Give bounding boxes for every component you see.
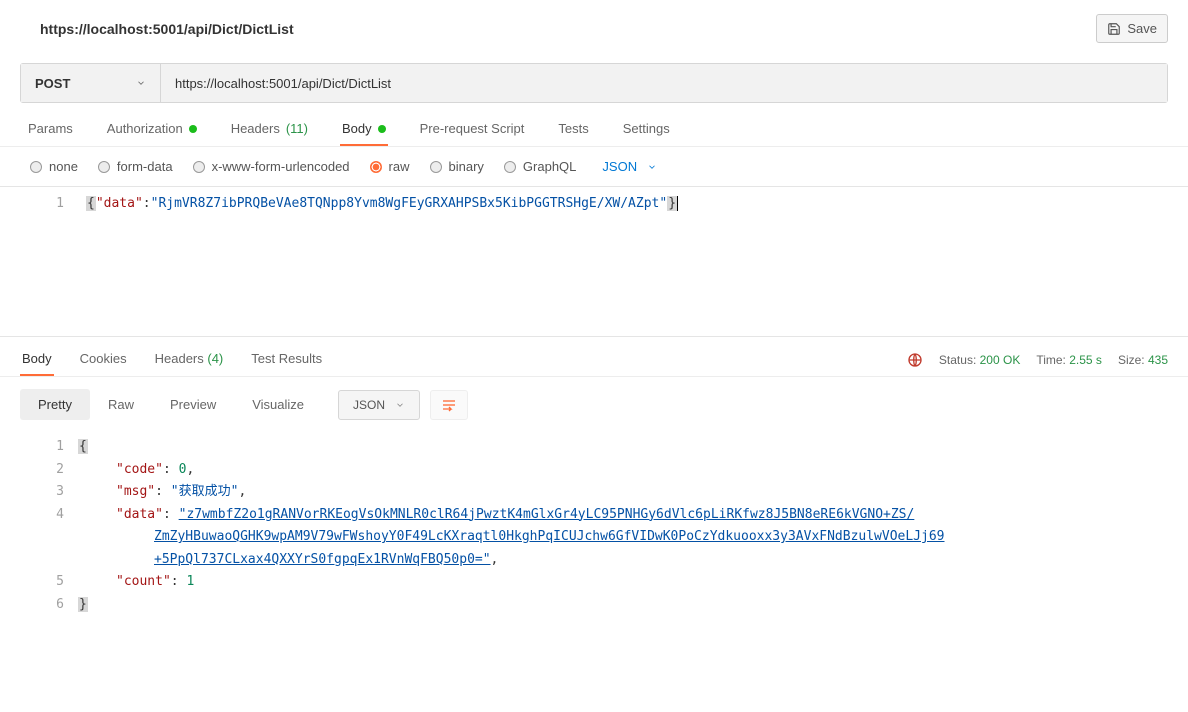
chevron-down-icon [136, 78, 146, 88]
radio-icon [430, 161, 442, 173]
page-title: https://localhost:5001/api/Dict/DictList [40, 21, 294, 37]
radio-none[interactable]: none [30, 159, 78, 174]
radio-icon [370, 161, 382, 173]
save-button[interactable]: Save [1096, 14, 1168, 43]
resp-tab-cookies[interactable]: Cookies [78, 337, 129, 376]
resp-tab-testresults[interactable]: Test Results [249, 337, 324, 376]
resp-tab-headers-count: (4) [207, 351, 223, 366]
tab-headers-count: (11) [286, 121, 308, 136]
radio-none-label: none [49, 159, 78, 174]
body-type-row: none form-data x-www-form-urlencoded raw… [0, 147, 1188, 186]
tab-settings[interactable]: Settings [621, 121, 672, 146]
chevron-down-icon [395, 400, 405, 410]
globe-icon[interactable] [907, 352, 923, 368]
radio-icon [193, 161, 205, 173]
request-row: POST https://localhost:5001/api/Dict/Dic… [20, 63, 1168, 103]
line-number: 6 [0, 594, 64, 617]
size-block[interactable]: Size: 435 [1118, 353, 1168, 367]
url-value: https://localhost:5001/api/Dict/DictList [175, 76, 391, 91]
url-input[interactable]: https://localhost:5001/api/Dict/DictList [161, 64, 1167, 102]
view-visualize[interactable]: Visualize [234, 389, 322, 420]
save-label: Save [1127, 21, 1157, 36]
body-lang-select[interactable]: JSON [602, 159, 657, 174]
radio-formdata-label: form-data [117, 159, 173, 174]
response-format-label: JSON [353, 398, 385, 412]
editor-gutter: 1 [0, 187, 78, 336]
line-number: 3 [0, 481, 64, 504]
chevron-down-icon [647, 162, 657, 172]
line-number: 1 [0, 436, 64, 459]
time-block[interactable]: Time: 2.55 s [1036, 353, 1102, 367]
line-number: 1 [0, 193, 64, 215]
radio-xwww-label: x-www-form-urlencoded [212, 159, 350, 174]
tab-headers[interactable]: Headers (11) [229, 121, 310, 146]
line-number: 4 [0, 504, 64, 527]
dot-icon [189, 125, 197, 133]
resp-tab-headers-label: Headers [155, 351, 204, 366]
response-code[interactable]: { "code": 0, "msg": "获取成功", "data": "z7w… [78, 436, 1188, 616]
response-header: Body Cookies Headers (4) Test Results St… [0, 336, 1188, 376]
radio-binary-label: binary [449, 159, 484, 174]
wrap-lines-button[interactable] [430, 390, 468, 420]
tab-authorization-label: Authorization [107, 121, 183, 136]
radio-icon [98, 161, 110, 173]
tab-headers-label: Headers [231, 121, 280, 136]
method-label: POST [35, 76, 70, 91]
line-number: 5 [0, 571, 64, 594]
dot-icon [378, 125, 386, 133]
body-lang-label: JSON [602, 159, 637, 174]
save-icon [1107, 22, 1121, 36]
radio-graphql[interactable]: GraphQL [504, 159, 576, 174]
response-view-bar: Pretty Raw Preview Visualize JSON [0, 377, 1188, 432]
resp-tab-body[interactable]: Body [20, 337, 54, 376]
response-format-select[interactable]: JSON [338, 390, 420, 420]
radio-xwww[interactable]: x-www-form-urlencoded [193, 159, 350, 174]
method-select[interactable]: POST [21, 64, 161, 102]
radio-icon [30, 161, 42, 173]
tab-body[interactable]: Body [340, 121, 388, 146]
request-tabs: Params Authorization Headers (11) Body P… [0, 103, 1188, 147]
request-body-editor[interactable]: 1 {"data":"RjmVR8Z7ibPRQBeVAe8TQNpp8Yvm8… [0, 186, 1188, 336]
radio-icon [504, 161, 516, 173]
tab-tests[interactable]: Tests [556, 121, 590, 146]
view-preview[interactable]: Preview [152, 389, 234, 420]
response-body-viewer[interactable]: 1 2 3 4 5 6 { "code": 0, "msg": "获取成功", … [0, 432, 1188, 616]
radio-raw-label: raw [389, 159, 410, 174]
resp-tab-headers[interactable]: Headers (4) [153, 337, 226, 376]
status-block[interactable]: Status: 200 OK [939, 353, 1020, 367]
editor-code[interactable]: {"data":"RjmVR8Z7ibPRQBeVAe8TQNpp8Yvm8Wg… [78, 187, 1188, 336]
view-pretty[interactable]: Pretty [20, 389, 90, 420]
tab-params[interactable]: Params [26, 121, 75, 146]
tab-authorization[interactable]: Authorization [105, 121, 199, 146]
radio-formdata[interactable]: form-data [98, 159, 173, 174]
tab-prerequest[interactable]: Pre-request Script [418, 121, 527, 146]
view-raw[interactable]: Raw [90, 389, 152, 420]
response-meta: Status: 200 OK Time: 2.55 s Size: 435 [907, 352, 1168, 376]
radio-graphql-label: GraphQL [523, 159, 576, 174]
radio-binary[interactable]: binary [430, 159, 484, 174]
response-gutter: 1 2 3 4 5 6 [0, 436, 78, 616]
radio-raw[interactable]: raw [370, 159, 410, 174]
line-number: 2 [0, 459, 64, 482]
tab-body-label: Body [342, 121, 372, 136]
